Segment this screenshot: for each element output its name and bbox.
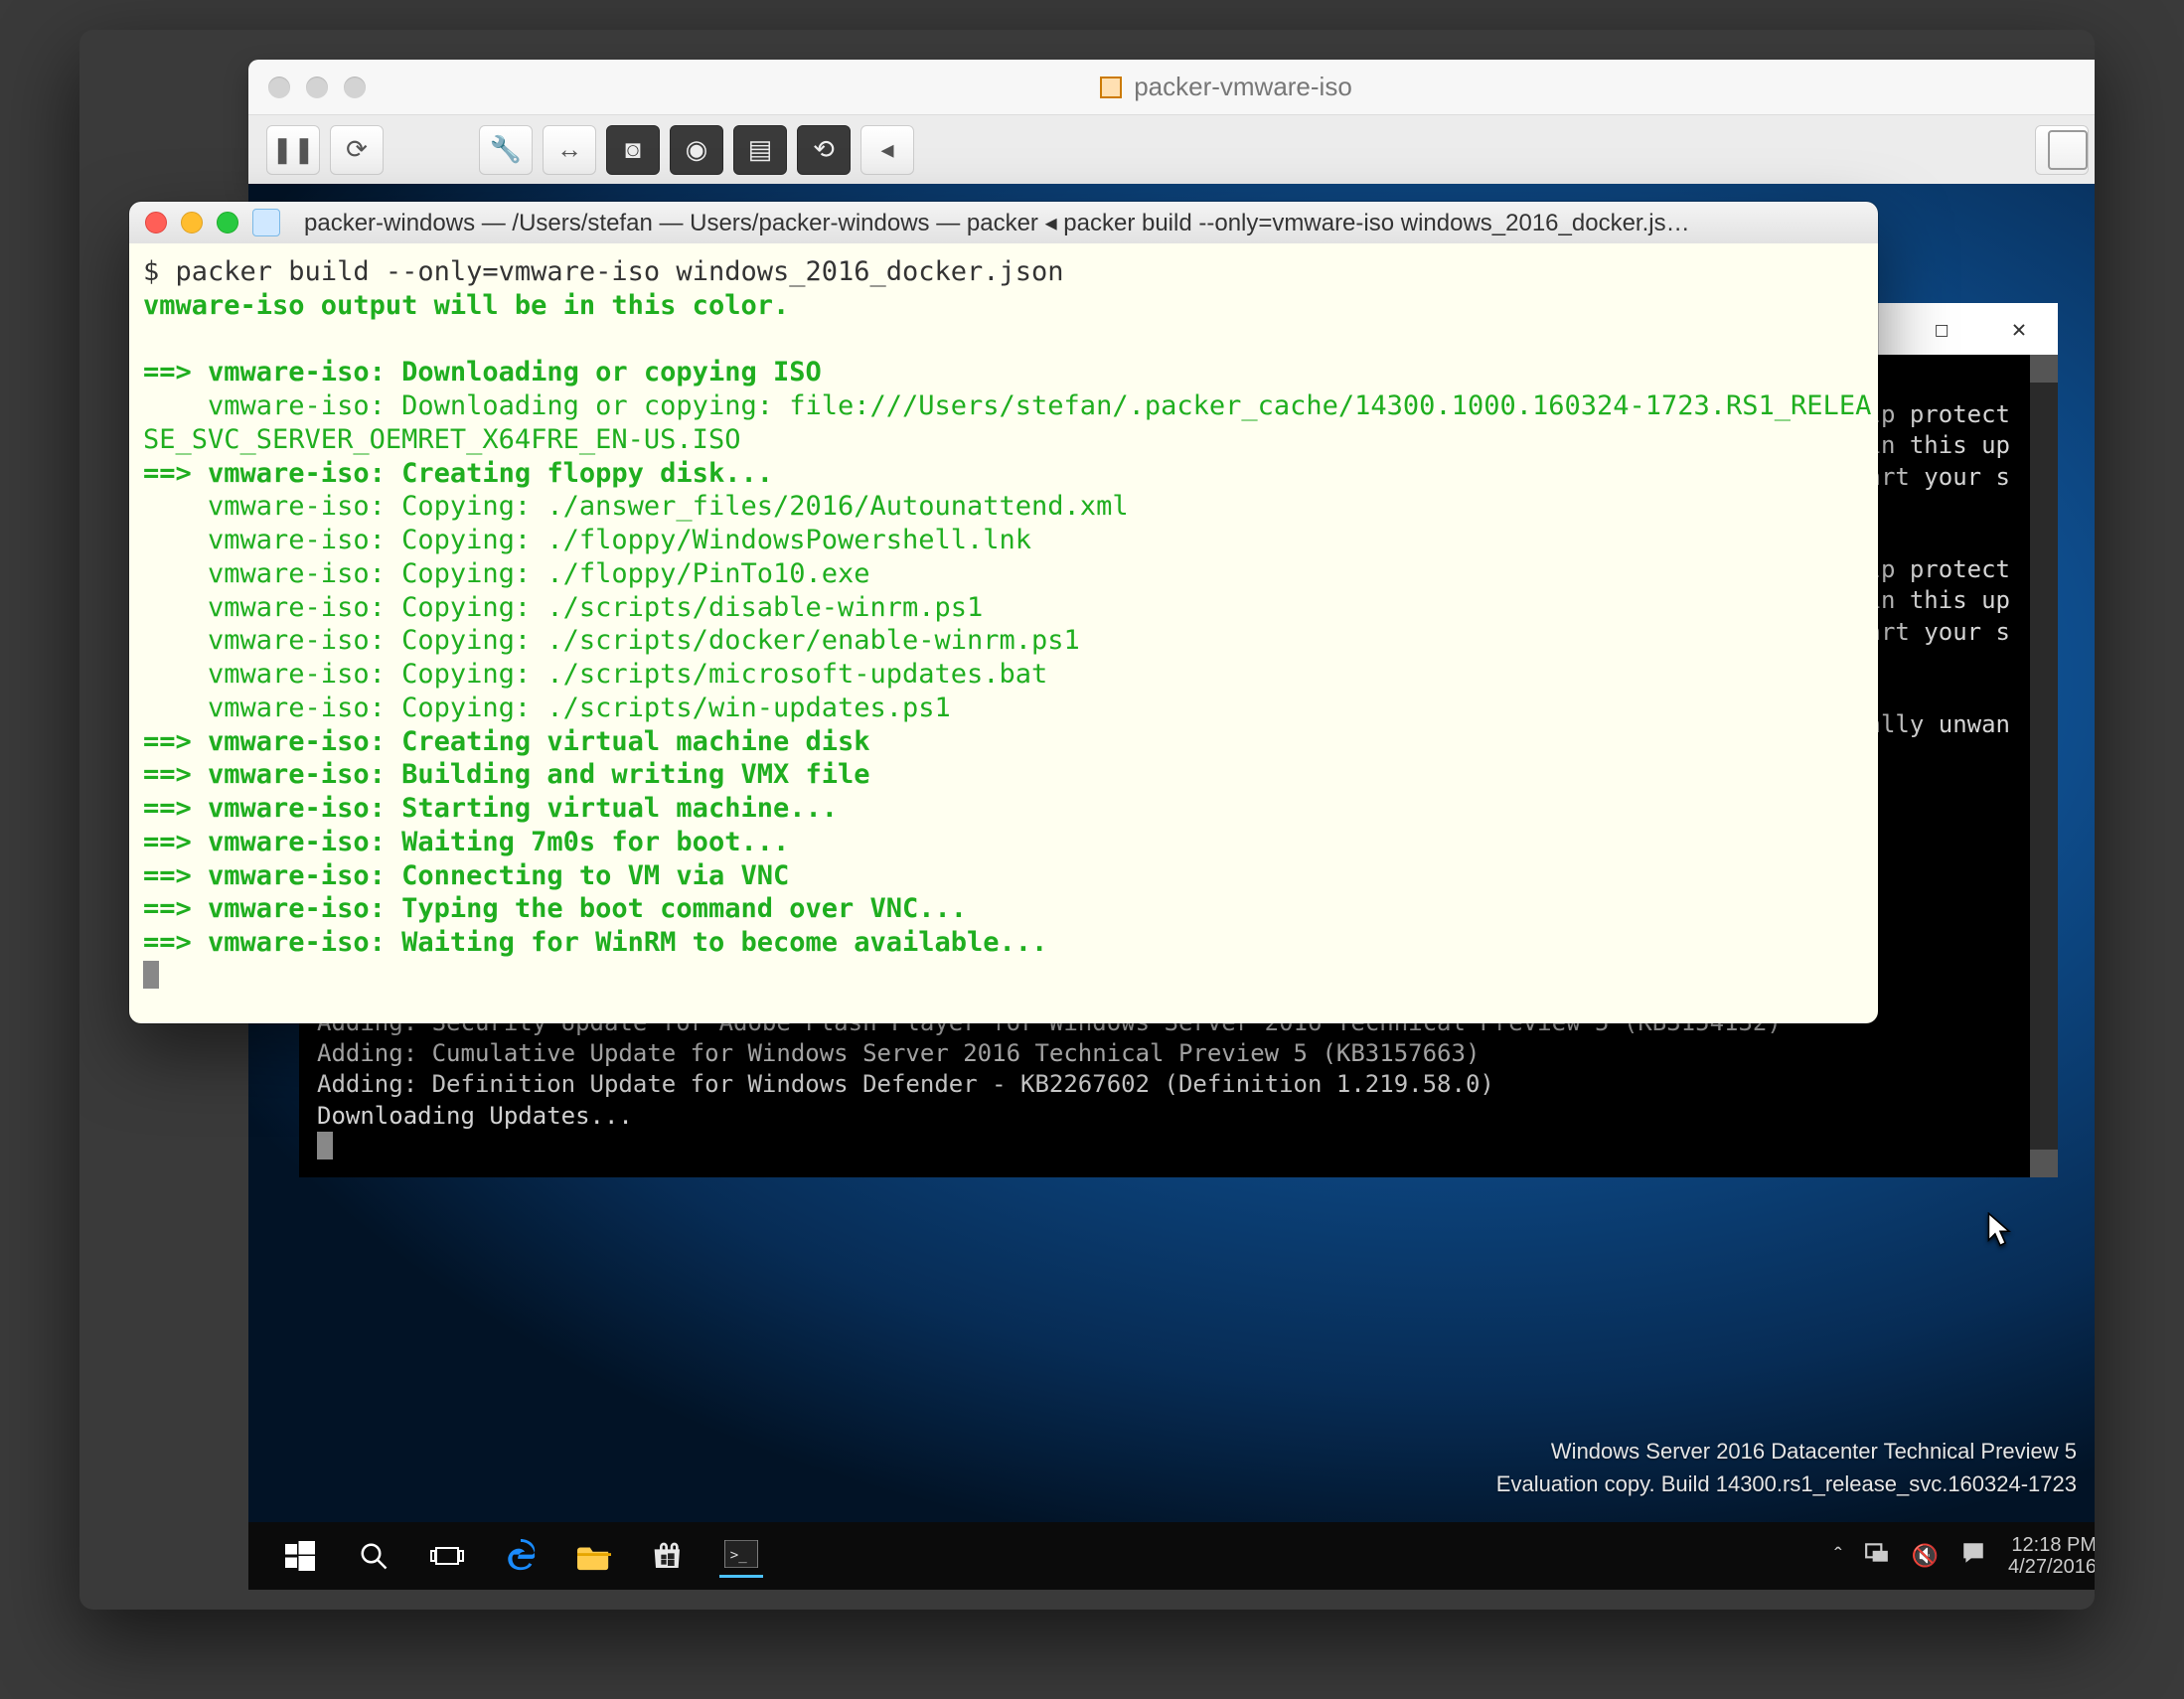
term-close-icon[interactable] [145,212,167,233]
brand-line1: Windows Server 2016 Datacenter Technical… [1496,1435,2077,1467]
cmd-cursor [317,1132,333,1159]
edge-button[interactable] [499,1534,543,1578]
tray-chevron-icon[interactable]: ˆ [1834,1543,1841,1569]
l15: ==> vmware-iso: Waiting 7m0s for boot... [143,827,789,857]
cmd-taskbar-button[interactable]: >_ [719,1534,763,1578]
l02: ==> vmware-iso: Downloading or copying I… [143,357,822,387]
windows-layout-icon [2048,130,2088,170]
zoom-dot-icon[interactable] [344,77,366,98]
l16: ==> vmware-iso: Connecting to VM via VNC [143,860,789,891]
file-explorer-button[interactable] [572,1534,616,1578]
l05: vmware-iso: Copying: ./answer_files/2016… [143,491,1129,522]
restart-button[interactable]: ⟳ [330,125,384,175]
volume-icon[interactable]: 🔇 [1912,1543,1939,1569]
cmd-close-button[interactable]: ✕ [1980,303,2058,355]
l18: ==> vmware-iso: Waiting for WinRM to bec… [143,927,1047,958]
l03b: SE_SVC_SERVER_OEMRET_X64FRE_EN-US.ISO [143,424,740,455]
l12: ==> vmware-iso: Creating virtual machine… [143,726,870,757]
term-proxy-icon[interactable] [252,209,280,236]
snapshot-button[interactable]: ◙ [606,125,660,175]
l07: vmware-iso: Copying: ./floppy/PinTo10.ex… [143,558,870,589]
systray: ˆ 🔇 12:18 PM 4/27/2016 [1834,1534,2095,1578]
vmware-window: packer-vmware-iso ❚❚ ⟳ 🔧 ↔ ◙ ◉ ▤ ⟲ ◂ [248,60,2095,184]
l17: ==> vmware-iso: Typing the boot command … [143,893,967,924]
term-cursor [143,961,159,989]
l14: ==> vmware-iso: Starting virtual machine… [143,793,838,824]
scroll-down-icon[interactable] [2030,1150,2058,1177]
prev-button[interactable]: ◂ [860,125,914,175]
terminal-window[interactable]: packer-windows — /Users/stefan — Users/p… [129,202,1878,1023]
taskbar[interactable]: >_ ˆ 🔇 12:18 PM 4/27/2016 [248,1522,2095,1590]
cmd-line5: Downloading Updates... [317,1102,633,1130]
library-button[interactable] [2035,125,2089,175]
cmd-line3: Adding: Cumulative Update for Windows Se… [317,1039,1480,1067]
search-button[interactable] [352,1534,395,1578]
cmd-maximize-button[interactable]: ☐ [1903,303,1980,355]
l13: ==> vmware-iso: Building and writing VMX… [143,759,870,790]
screenshot-frame: packer-vmware-iso ❚❚ ⟳ 🔧 ↔ ◙ ◉ ▤ ⟲ ◂ [79,30,2095,1610]
vmware-titlebar[interactable]: packer-vmware-iso [248,60,2095,114]
cmd-line4: Adding: Definition Update for Windows De… [317,1070,1494,1098]
terminal-output[interactable]: $ packer build --only=vmware-iso windows… [129,243,1878,1023]
l08: vmware-iso: Copying: ./scripts/disable-w… [143,592,983,623]
term-zoom-icon[interactable] [217,212,238,233]
brand-line2: Evaluation copy. Build 14300.rs1_release… [1496,1467,2077,1500]
l06: vmware-iso: Copying: ./floppy/WindowsPow… [143,525,1031,555]
task-view-button[interactable] [425,1534,469,1578]
revert-button[interactable]: ⟲ [797,125,851,175]
vmware-toolbar: ❚❚ ⟳ 🔧 ↔ ◙ ◉ ▤ ⟲ ◂ [248,114,2095,184]
terminal-titlebar[interactable]: packer-windows — /Users/stefan — Users/p… [129,202,1878,243]
vmware-title-text: packer-vmware-iso [1134,72,1352,102]
cmd-scrollbar[interactable] [2030,355,2058,1177]
mouse-pointer-icon [1987,1212,2013,1248]
vmware-title: packer-vmware-iso [366,72,2087,102]
resize-button[interactable]: ↔ [543,125,596,175]
l09: vmware-iso: Copying: ./scripts/docker/en… [143,625,1080,656]
store-button[interactable] [646,1534,690,1578]
svg-text:>_: >_ [730,1547,747,1563]
taskbar-icons: >_ [278,1534,763,1578]
l04: ==> vmware-iso: Creating floppy disk... [143,458,773,489]
l01: vmware-iso output will be in this color. [143,290,789,321]
taskbar-clock[interactable]: 12:18 PM 4/27/2016 [2008,1534,2095,1578]
scroll-up-icon[interactable] [2030,355,2058,383]
clock-date: 4/27/2016 [2008,1556,2095,1578]
close-dot-icon[interactable] [268,77,290,98]
traffic-lights [268,77,366,98]
term-command: packer build --only=vmware-iso windows_2… [176,256,1064,287]
settings-button[interactable]: 🔧 [479,125,533,175]
prompt: $ [143,256,176,287]
l03a: vmware-iso: Downloading or copying: file… [143,390,1871,421]
camera-button[interactable]: ◉ [670,125,723,175]
pause-button[interactable]: ❚❚ [266,125,320,175]
l10: vmware-iso: Copying: ./scripts/microsoft… [143,659,1047,690]
clock-time: 12:18 PM [2008,1534,2095,1556]
l11: vmware-iso: Copying: ./scripts/win-updat… [143,693,951,723]
minimize-dot-icon[interactable] [306,77,328,98]
terminal-title: packer-windows — /Users/stefan — Users/p… [304,209,1862,237]
action-center-icon[interactable] [1960,1540,1986,1572]
start-button[interactable] [278,1534,322,1578]
vm-icon [1100,77,1122,98]
network-icon[interactable] [1864,1542,1890,1570]
disk-button[interactable]: ▤ [733,125,787,175]
windows-brand: Windows Server 2016 Datacenter Technical… [1496,1435,2077,1500]
term-minimize-icon[interactable] [181,212,203,233]
